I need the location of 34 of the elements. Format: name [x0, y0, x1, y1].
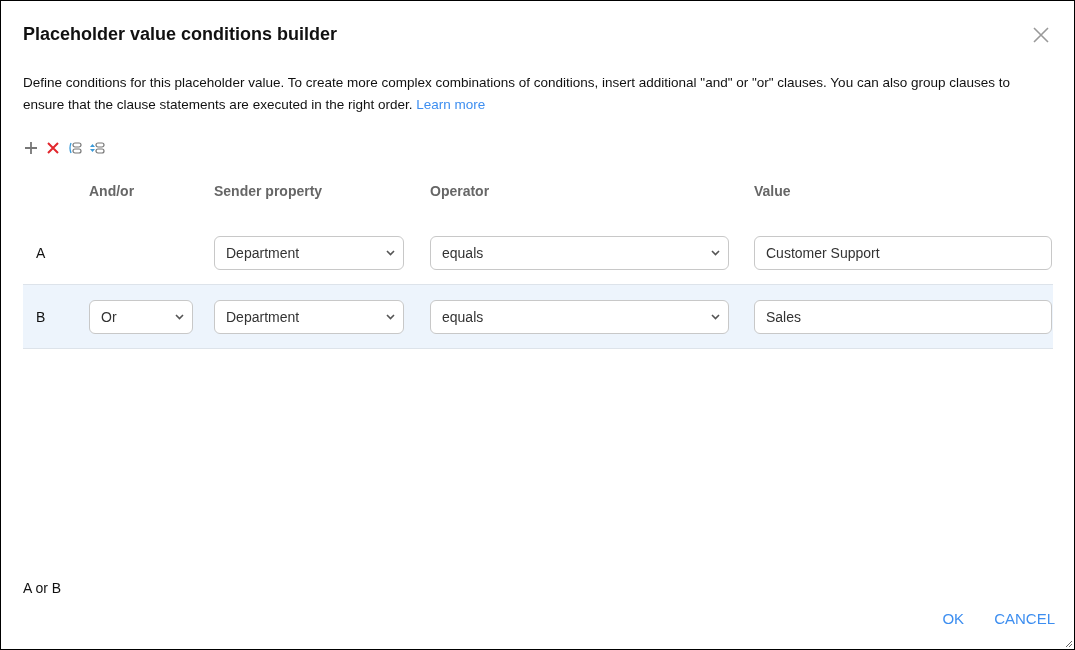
dropdown[interactable]: Or	[89, 299, 193, 334]
cross-button[interactable]	[45, 140, 61, 156]
caret-icon	[711, 249, 720, 256]
column-header: Operator	[430, 183, 490, 199]
caret-icon	[711, 313, 720, 320]
table-row[interactable]: A Department equals Customer Support	[23, 221, 1053, 285]
row-label: B	[36, 308, 46, 325]
close-button[interactable]	[1032, 25, 1050, 44]
add-icon	[23, 140, 39, 156]
value-field[interactable]: Sales	[754, 299, 1052, 334]
value-field[interactable]: Customer Support	[754, 235, 1052, 270]
bracket-list-icon	[67, 140, 83, 156]
column-header: Sender property	[214, 183, 323, 199]
resize-grip-icon[interactable]	[1065, 640, 1073, 648]
arrows-list-button[interactable]	[89, 140, 105, 156]
dropdown[interactable]: Department	[214, 299, 404, 334]
dropdown[interactable]: Department	[214, 235, 404, 270]
table-row[interactable]: B Or Department equals Sales	[23, 284, 1053, 349]
dialog-title: Placeholder value conditions builder	[23, 24, 338, 45]
caret-icon	[386, 313, 395, 320]
expression-text: A or B	[23, 580, 63, 596]
caret-icon	[386, 249, 395, 256]
bracket-list-button[interactable]	[67, 140, 83, 156]
close-icon	[1032, 25, 1050, 44]
row-label: A	[36, 244, 46, 261]
dropdown[interactable]: equals	[430, 235, 729, 270]
caret-icon	[175, 313, 184, 320]
description-text: Define conditions for this placeholder value. To create more complex combinations of conditions, insert additional "and" or "or" clauses. You can also group clauses to ensure that the clause statements are executed in the right order. Learn more	[23, 74, 1011, 114]
column-header: Value	[754, 183, 791, 199]
cross-icon	[45, 140, 61, 156]
add-button[interactable]	[23, 140, 39, 156]
arrows-list-icon	[89, 140, 105, 156]
column-header: And/or	[89, 183, 135, 199]
dropdown[interactable]: equals	[430, 299, 729, 334]
